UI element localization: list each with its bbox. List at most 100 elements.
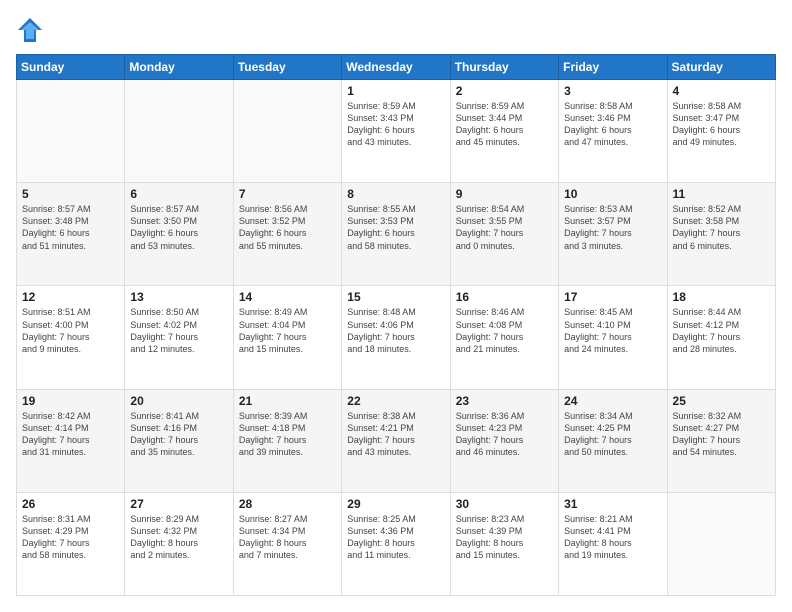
day-info: Sunrise: 8:42 AM Sunset: 4:14 PM Dayligh…	[22, 410, 119, 459]
calendar-cell	[17, 80, 125, 183]
calendar-cell: 16 Sunrise: 8:46 AM Sunset: 4:08 PM Dayli…	[450, 286, 558, 389]
day-info: Sunrise: 8:31 AM Sunset: 4:29 PM Dayligh…	[22, 513, 119, 562]
calendar-cell: 26 Sunrise: 8:31 AM Sunset: 4:29 PM Dayli…	[17, 492, 125, 595]
day-number: 26	[22, 497, 119, 511]
day-number: 21	[239, 394, 336, 408]
day-number: 7	[239, 187, 336, 201]
calendar-cell: 28 Sunrise: 8:27 AM Sunset: 4:34 PM Dayli…	[233, 492, 341, 595]
weekday-header-monday: Monday	[125, 55, 233, 80]
day-info: Sunrise: 8:54 AM Sunset: 3:55 PM Dayligh…	[456, 203, 553, 252]
calendar-cell: 2 Sunrise: 8:59 AM Sunset: 3:44 PM Daylig…	[450, 80, 558, 183]
day-info: Sunrise: 8:57 AM Sunset: 3:50 PM Dayligh…	[130, 203, 227, 252]
calendar-cell: 27 Sunrise: 8:29 AM Sunset: 4:32 PM Dayli…	[125, 492, 233, 595]
day-number: 22	[347, 394, 444, 408]
calendar-cell: 20 Sunrise: 8:41 AM Sunset: 4:16 PM Dayli…	[125, 389, 233, 492]
day-number: 1	[347, 84, 444, 98]
calendar-cell: 7 Sunrise: 8:56 AM Sunset: 3:52 PM Daylig…	[233, 183, 341, 286]
calendar-cell: 12Sunrise: 8:51 AM Sunset: 4:00 PM Dayli…	[17, 286, 125, 389]
day-info: Sunrise: 8:29 AM Sunset: 4:32 PM Dayligh…	[130, 513, 227, 562]
calendar-cell: 10Sunrise: 8:53 AM Sunset: 3:57 PM Dayli…	[559, 183, 667, 286]
day-number: 3	[564, 84, 661, 98]
day-number: 11	[673, 187, 770, 201]
day-number: 2	[456, 84, 553, 98]
weekday-header-sunday: Sunday	[17, 55, 125, 80]
day-info: Sunrise: 8:21 AM Sunset: 4:41 PM Dayligh…	[564, 513, 661, 562]
day-number: 18	[673, 290, 770, 304]
day-info: Sunrise: 8:59 AM Sunset: 3:44 PM Dayligh…	[456, 100, 553, 149]
header	[16, 16, 776, 44]
day-number: 16	[456, 290, 553, 304]
calendar-cell: 8 Sunrise: 8:55 AM Sunset: 3:53 PM Daylig…	[342, 183, 450, 286]
day-number: 30	[456, 497, 553, 511]
day-number: 28	[239, 497, 336, 511]
calendar-cell: 13 Sunrise: 8:50 AM Sunset: 4:02 PM Dayli…	[125, 286, 233, 389]
day-info: Sunrise: 8:27 AM Sunset: 4:34 PM Dayligh…	[239, 513, 336, 562]
day-number: 27	[130, 497, 227, 511]
week-row-4: 26 Sunrise: 8:31 AM Sunset: 4:29 PM Dayli…	[17, 492, 776, 595]
day-info: Sunrise: 8:25 AM Sunset: 4:36 PM Dayligh…	[347, 513, 444, 562]
weekday-header-row: SundayMondayTuesdayWednesdayThursdayFrid…	[17, 55, 776, 80]
day-info: Sunrise: 8:57 AM Sunset: 3:48 PM Dayligh…	[22, 203, 119, 252]
logo-icon	[16, 16, 44, 44]
day-info: Sunrise: 8:50 AM Sunset: 4:02 PM Dayligh…	[130, 306, 227, 355]
calendar-cell: 19 Sunrise: 8:42 AM Sunset: 4:14 PM Dayli…	[17, 389, 125, 492]
day-info: Sunrise: 8:39 AM Sunset: 4:18 PM Dayligh…	[239, 410, 336, 459]
day-number: 17	[564, 290, 661, 304]
day-info: Sunrise: 8:56 AM Sunset: 3:52 PM Dayligh…	[239, 203, 336, 252]
calendar-cell: 31Sunrise: 8:21 AM Sunset: 4:41 PM Dayli…	[559, 492, 667, 595]
day-info: Sunrise: 8:44 AM Sunset: 4:12 PM Dayligh…	[673, 306, 770, 355]
calendar-cell	[233, 80, 341, 183]
page: SundayMondayTuesdayWednesdayThursdayFrid…	[0, 0, 792, 612]
calendar-cell	[125, 80, 233, 183]
week-row-0: 1 Sunrise: 8:59 AM Sunset: 3:43 PM Daylig…	[17, 80, 776, 183]
calendar-cell: 5Sunrise: 8:57 AM Sunset: 3:48 PM Daylig…	[17, 183, 125, 286]
weekday-header-friday: Friday	[559, 55, 667, 80]
calendar-cell: 4Sunrise: 8:58 AM Sunset: 3:47 PM Daylig…	[667, 80, 775, 183]
day-info: Sunrise: 8:36 AM Sunset: 4:23 PM Dayligh…	[456, 410, 553, 459]
day-number: 15	[347, 290, 444, 304]
day-info: Sunrise: 8:23 AM Sunset: 4:39 PM Dayligh…	[456, 513, 553, 562]
day-info: Sunrise: 8:52 AM Sunset: 3:58 PM Dayligh…	[673, 203, 770, 252]
day-number: 23	[456, 394, 553, 408]
day-number: 24	[564, 394, 661, 408]
day-number: 6	[130, 187, 227, 201]
day-info: Sunrise: 8:41 AM Sunset: 4:16 PM Dayligh…	[130, 410, 227, 459]
day-number: 20	[130, 394, 227, 408]
weekday-header-saturday: Saturday	[667, 55, 775, 80]
day-number: 19	[22, 394, 119, 408]
day-info: Sunrise: 8:49 AM Sunset: 4:04 PM Dayligh…	[239, 306, 336, 355]
week-row-1: 5Sunrise: 8:57 AM Sunset: 3:48 PM Daylig…	[17, 183, 776, 286]
calendar-cell: 23 Sunrise: 8:36 AM Sunset: 4:23 PM Dayli…	[450, 389, 558, 492]
day-info: Sunrise: 8:38 AM Sunset: 4:21 PM Dayligh…	[347, 410, 444, 459]
calendar-cell: 25 Sunrise: 8:32 AM Sunset: 4:27 PM Dayli…	[667, 389, 775, 492]
calendar-cell: 6 Sunrise: 8:57 AM Sunset: 3:50 PM Daylig…	[125, 183, 233, 286]
calendar-cell: 30 Sunrise: 8:23 AM Sunset: 4:39 PM Dayli…	[450, 492, 558, 595]
day-info: Sunrise: 8:46 AM Sunset: 4:08 PM Dayligh…	[456, 306, 553, 355]
calendar-cell: 15 Sunrise: 8:48 AM Sunset: 4:06 PM Dayli…	[342, 286, 450, 389]
day-number: 25	[673, 394, 770, 408]
calendar-cell: 3Sunrise: 8:58 AM Sunset: 3:46 PM Daylig…	[559, 80, 667, 183]
weekday-header-thursday: Thursday	[450, 55, 558, 80]
calendar-cell: 24Sunrise: 8:34 AM Sunset: 4:25 PM Dayli…	[559, 389, 667, 492]
calendar-cell: 17Sunrise: 8:45 AM Sunset: 4:10 PM Dayli…	[559, 286, 667, 389]
day-number: 4	[673, 84, 770, 98]
day-info: Sunrise: 8:32 AM Sunset: 4:27 PM Dayligh…	[673, 410, 770, 459]
day-number: 13	[130, 290, 227, 304]
day-info: Sunrise: 8:48 AM Sunset: 4:06 PM Dayligh…	[347, 306, 444, 355]
weekday-header-tuesday: Tuesday	[233, 55, 341, 80]
calendar-cell: 18 Sunrise: 8:44 AM Sunset: 4:12 PM Dayli…	[667, 286, 775, 389]
calendar-cell: 21 Sunrise: 8:39 AM Sunset: 4:18 PM Dayli…	[233, 389, 341, 492]
day-number: 29	[347, 497, 444, 511]
calendar-cell: 9Sunrise: 8:54 AM Sunset: 3:55 PM Daylig…	[450, 183, 558, 286]
day-number: 8	[347, 187, 444, 201]
day-number: 14	[239, 290, 336, 304]
day-info: Sunrise: 8:53 AM Sunset: 3:57 PM Dayligh…	[564, 203, 661, 252]
week-row-2: 12Sunrise: 8:51 AM Sunset: 4:00 PM Dayli…	[17, 286, 776, 389]
day-number: 12	[22, 290, 119, 304]
calendar-cell: 1 Sunrise: 8:59 AM Sunset: 3:43 PM Daylig…	[342, 80, 450, 183]
calendar-cell: 14 Sunrise: 8:49 AM Sunset: 4:04 PM Dayli…	[233, 286, 341, 389]
day-info: Sunrise: 8:59 AM Sunset: 3:43 PM Dayligh…	[347, 100, 444, 149]
calendar-cell	[667, 492, 775, 595]
day-info: Sunrise: 8:55 AM Sunset: 3:53 PM Dayligh…	[347, 203, 444, 252]
calendar-cell: 29 Sunrise: 8:25 AM Sunset: 4:36 PM Dayli…	[342, 492, 450, 595]
